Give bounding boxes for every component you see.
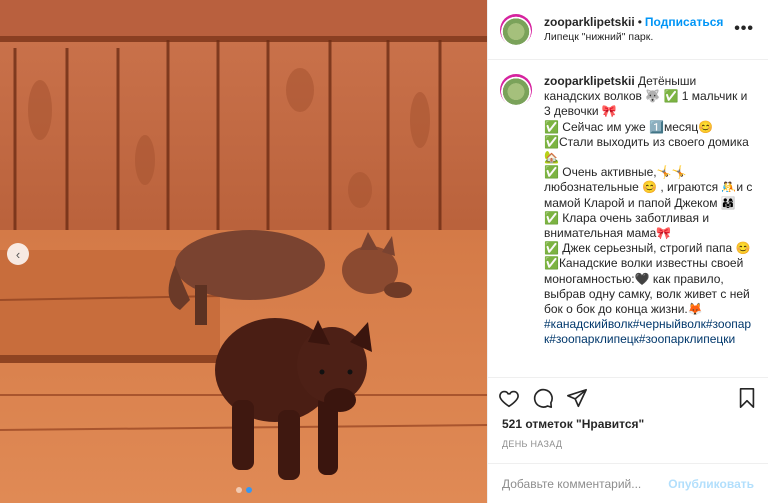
wolf-cubs-illustration [0, 0, 487, 503]
more-icon[interactable]: ••• [734, 20, 754, 38]
caption-username[interactable]: zooparklipetskii [544, 74, 635, 88]
share-icon[interactable] [566, 387, 588, 409]
bookmark-icon[interactable] [736, 387, 758, 409]
location-link[interactable]: Липецк "нижний" парк. [544, 30, 723, 45]
heart-icon[interactable] [498, 387, 520, 409]
post-time[interactable]: ДЕНЬ НАЗАД [488, 435, 768, 463]
post-sidebar: zooparklipetskii • Подписаться Липецк "ниж… [487, 0, 768, 503]
comment-input[interactable] [502, 476, 669, 491]
chevron-left-icon: ‹ [15, 246, 21, 262]
separator: • [637, 14, 642, 29]
caption-text: zooparklipetskii Детёныши канадских волк… [544, 74, 754, 366]
instagram-post: ‹ zooparklipetskii • Подписаться Липецк "н… [0, 0, 768, 503]
caption-block: zooparklipetskii Детёныши канадских волк… [488, 60, 768, 377]
carousel-dot [235, 487, 242, 493]
likes-count[interactable]: 521 отметок "Нравится" [488, 417, 768, 435]
action-bar [488, 377, 768, 417]
carousel-dots [0, 487, 487, 493]
avatar[interactable] [500, 13, 532, 46]
carousel-dot-active [245, 487, 252, 493]
comment-icon[interactable] [532, 387, 554, 409]
carousel-prev-button[interactable]: ‹ [7, 243, 29, 265]
post-photo[interactable]: ‹ [0, 0, 487, 503]
username-link[interactable]: zooparklipetskii [544, 15, 635, 29]
follow-button[interactable]: Подписаться [645, 15, 723, 29]
hashtags[interactable]: #канадскийволк#черныйволк#зоопарк#зоопар… [544, 317, 751, 346]
caption-body: Детёныши канадских волков 🐺 ✅ 1 мальчик … [544, 74, 753, 317]
header-meta: zooparklipetskii • Подписаться Липецк "ниж… [544, 15, 723, 45]
publish-button[interactable]: Опубликовать [668, 477, 754, 491]
comment-bar: Опубликовать [488, 463, 768, 503]
post-header: zooparklipetskii • Подписаться Липецк "ниж… [488, 0, 768, 60]
caption-avatar[interactable] [500, 74, 532, 106]
